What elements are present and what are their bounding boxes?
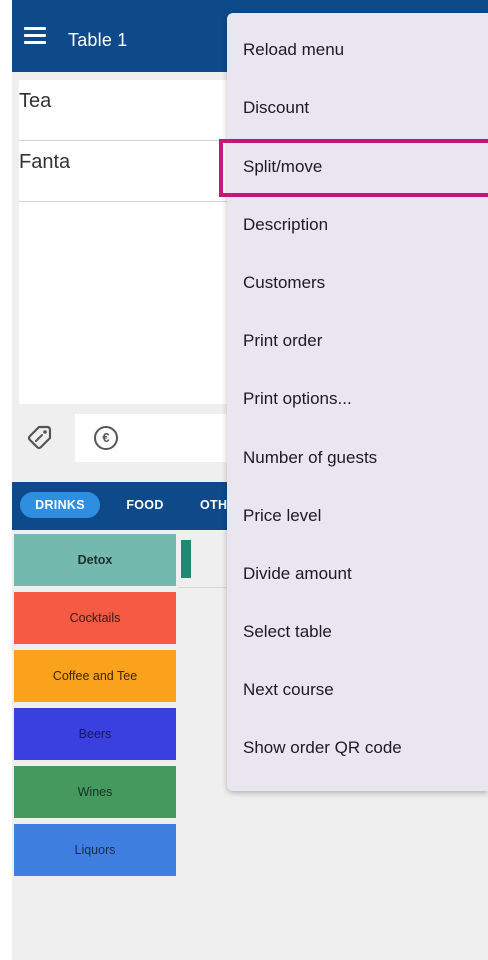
product-item[interactable] [181, 540, 191, 578]
category-detox[interactable]: Detox [14, 534, 176, 586]
menu-item-label: Next course [243, 680, 334, 699]
menu-item-description[interactable]: Description [227, 197, 488, 255]
menu-item-print-options[interactable]: Print options... [227, 371, 488, 429]
menu-item-select-table[interactable]: Select table [227, 604, 488, 662]
amount-field[interactable]: € [75, 414, 245, 462]
order-line[interactable]: Fanta [19, 141, 247, 202]
menu-item-divide-amount[interactable]: Divide amount [227, 546, 488, 604]
category-wines[interactable]: Wines [14, 766, 176, 818]
order-line-name: Tea [19, 90, 52, 112]
order-line[interactable]: Tea [19, 80, 247, 141]
menu-item-price-level[interactable]: Price level [227, 488, 488, 546]
menu-item-label: Price level [243, 506, 322, 525]
order-action-row: € [12, 412, 245, 464]
menu-item-label: Print order [243, 331, 323, 350]
category-coffee-and-tee[interactable]: Coffee and Tee [14, 650, 176, 702]
menu-item-label: Reload menu [243, 40, 345, 59]
tab-drinks[interactable]: DRINKS [20, 492, 100, 518]
menu-item-label: Customers [243, 273, 326, 292]
menu-item-number-of-guests[interactable]: Number of guests [227, 430, 488, 488]
category-beers[interactable]: Beers [14, 708, 176, 760]
menu-item-discount[interactable]: Discount [227, 80, 488, 138]
category-cocktails[interactable]: Cocktails [14, 592, 176, 644]
menu-item-split-move[interactable]: Split/move [219, 139, 488, 197]
menu-item-label: Discount [243, 98, 310, 117]
order-list: Tea Fanta [19, 80, 247, 404]
menu-item-label: Select table [243, 622, 332, 641]
tab-food[interactable]: FOOD [122, 492, 168, 518]
menu-item-reload-menu[interactable]: Reload menu [227, 22, 488, 80]
overflow-menu: Reload menu Discount Split/move Descript… [219, 13, 488, 791]
menu-item-next-course[interactable]: Next course [227, 662, 488, 720]
menu-item-show-order-qr-code[interactable]: Show order QR code [227, 720, 488, 778]
euro-icon: € [94, 426, 118, 450]
hamburger-icon[interactable] [24, 27, 48, 45]
menu-item-label: Split/move [243, 157, 323, 176]
menu-item-label: Divide amount [243, 564, 352, 583]
category-liquors[interactable]: Liquors [14, 824, 176, 876]
menu-item-print-order[interactable]: Print order [227, 313, 488, 371]
discount-tag-icon[interactable] [27, 424, 53, 450]
order-line-name: Fanta [19, 151, 71, 173]
page-title: Table 1 [68, 30, 128, 50]
menu-item-label: Number of guests [243, 448, 378, 467]
app-screen: Table 1 Tea Fanta € DRINKS FOOD OTH Deto… [12, 0, 488, 960]
menu-item-label: Show order QR code [243, 738, 402, 757]
menu-item-label: Description [243, 215, 329, 234]
menu-item-label: Print options... [243, 389, 352, 408]
menu-item-customers[interactable]: Customers [227, 255, 488, 313]
